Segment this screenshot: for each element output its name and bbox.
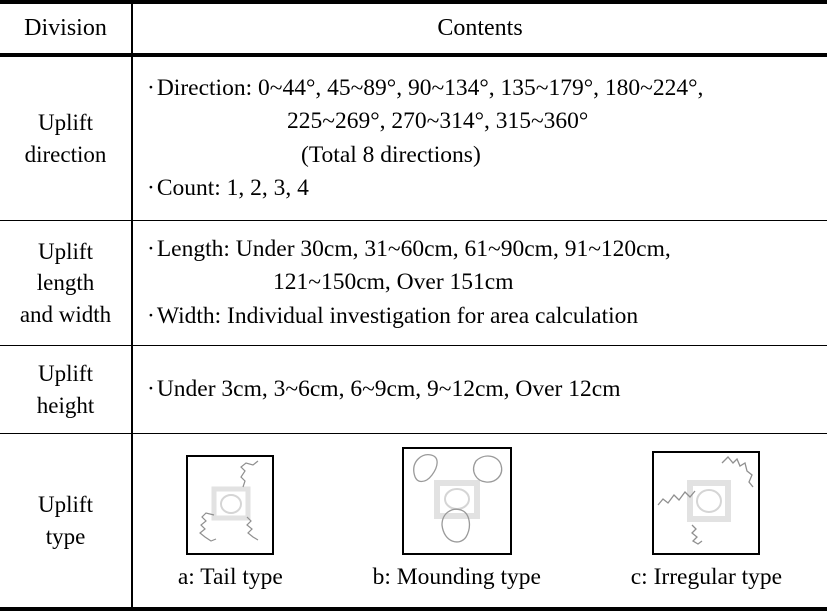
content-line-text: 225~269°, 270~314°, 315~360° <box>287 108 589 135</box>
tail-type-diagram <box>186 454 275 555</box>
header-division-label: Division <box>24 15 107 42</box>
row-label-line: Uplift <box>38 492 93 518</box>
figure-caption: a: Tail type <box>177 563 283 590</box>
figure-caption: b: Mounding type <box>372 563 541 590</box>
row-label-uplift-length-width: Uplift length and width <box>0 221 133 345</box>
row-label-uplift-direction: Uplift direction <box>0 57 133 220</box>
tail-type-icon <box>199 460 259 542</box>
content-line: ·Direction: 0~44°, 45~89°, 90~134°, 135~… <box>147 72 827 105</box>
mounding-type-icon <box>412 453 503 543</box>
figure-irregular-type: c: Irregular type <box>630 450 783 591</box>
row-label-uplift-height: Uplift height <box>0 346 133 433</box>
content-line-text: Direction: 0~44°, 45~89°, 90~134°, 135~1… <box>156 74 704 101</box>
row-content-uplift-direction: ·Direction: 0~44°, 45~89°, 90~134°, 135~… <box>133 57 827 220</box>
header-cell-division: Division <box>0 4 133 53</box>
figure-tail-type: a: Tail type <box>177 454 283 591</box>
row-label-uplift-type: Uplift type <box>0 434 133 607</box>
row-label-line: and width <box>19 301 112 327</box>
content-line: ·Count: 1, 2, 3, 4 <box>147 172 827 205</box>
row-content-uplift-type: a: Tail type b: Mounding type c: Irregul… <box>133 434 827 607</box>
content-line: ·Width: Individual investigation for are… <box>147 300 827 333</box>
bullet-icon: · <box>147 375 155 402</box>
content-line-text: (Total 8 directions) <box>301 141 481 168</box>
bullet-icon: · <box>147 74 155 101</box>
table-row-uplift-direction: Uplift direction ·Direction: 0~44°, 45~8… <box>0 57 827 221</box>
row-content-uplift-length-width: ·Length: Under 30cm, 31~60cm, 61~90cm, 9… <box>133 221 827 345</box>
row-label-line: Uplift <box>38 110 93 136</box>
figure-mounding-type: b: Mounding type <box>372 446 541 591</box>
row-label-line: length <box>36 270 95 296</box>
header-cell-contents: Contents <box>133 4 827 53</box>
content-line-text: Width: Individual investigation for area… <box>156 302 639 329</box>
irregular-type-diagram <box>652 450 761 555</box>
mounding-type-diagram <box>401 446 512 555</box>
uplift-classification-table: Division Contents Uplift direction ·Dire… <box>0 0 827 611</box>
header-contents-label: Contents <box>437 15 523 41</box>
bullet-icon: · <box>147 302 155 329</box>
content-line: 121~150cm, Over 151cm <box>147 266 827 299</box>
content-line-text: 121~150cm, Over 151cm <box>273 269 514 296</box>
content-line: ·Under 3cm, 3~6cm, 6~9cm, 9~12cm, Over 1… <box>147 373 827 406</box>
figure-caption: c: Irregular type <box>630 563 783 590</box>
content-line-text: Count: 1, 2, 3, 4 <box>156 174 309 201</box>
row-label-line: Uplift <box>38 239 93 265</box>
bullet-icon: · <box>147 174 155 201</box>
row-label-line: direction <box>24 141 107 167</box>
table-row-uplift-height: Uplift height ·Under 3cm, 3~6cm, 6~9cm, … <box>0 346 827 434</box>
content-line: ·Length: Under 30cm, 31~60cm, 61~90cm, 9… <box>147 233 827 266</box>
irregular-type-icon <box>657 455 754 545</box>
table-row-uplift-type: Uplift type a: Tail type b: Mounding typ… <box>0 434 827 607</box>
bullet-icon: · <box>147 235 155 262</box>
content-line-text: Length: Under 30cm, 31~60cm, 61~90cm, 91… <box>156 235 671 262</box>
content-line-text: Under 3cm, 3~6cm, 6~9cm, 9~12cm, Over 12… <box>156 375 621 402</box>
row-label-line: Uplift <box>38 361 93 387</box>
table-row-uplift-length-width: Uplift length and width ·Length: Under 3… <box>0 221 827 346</box>
row-label-line: type <box>45 523 86 549</box>
content-line: 225~269°, 270~314°, 315~360° <box>147 105 827 138</box>
row-label-line: height <box>36 392 95 418</box>
table-header-row: Division Contents <box>0 4 827 57</box>
row-content-uplift-height: ·Under 3cm, 3~6cm, 6~9cm, 9~12cm, Over 1… <box>133 346 827 433</box>
content-line: (Total 8 directions) <box>147 139 827 172</box>
